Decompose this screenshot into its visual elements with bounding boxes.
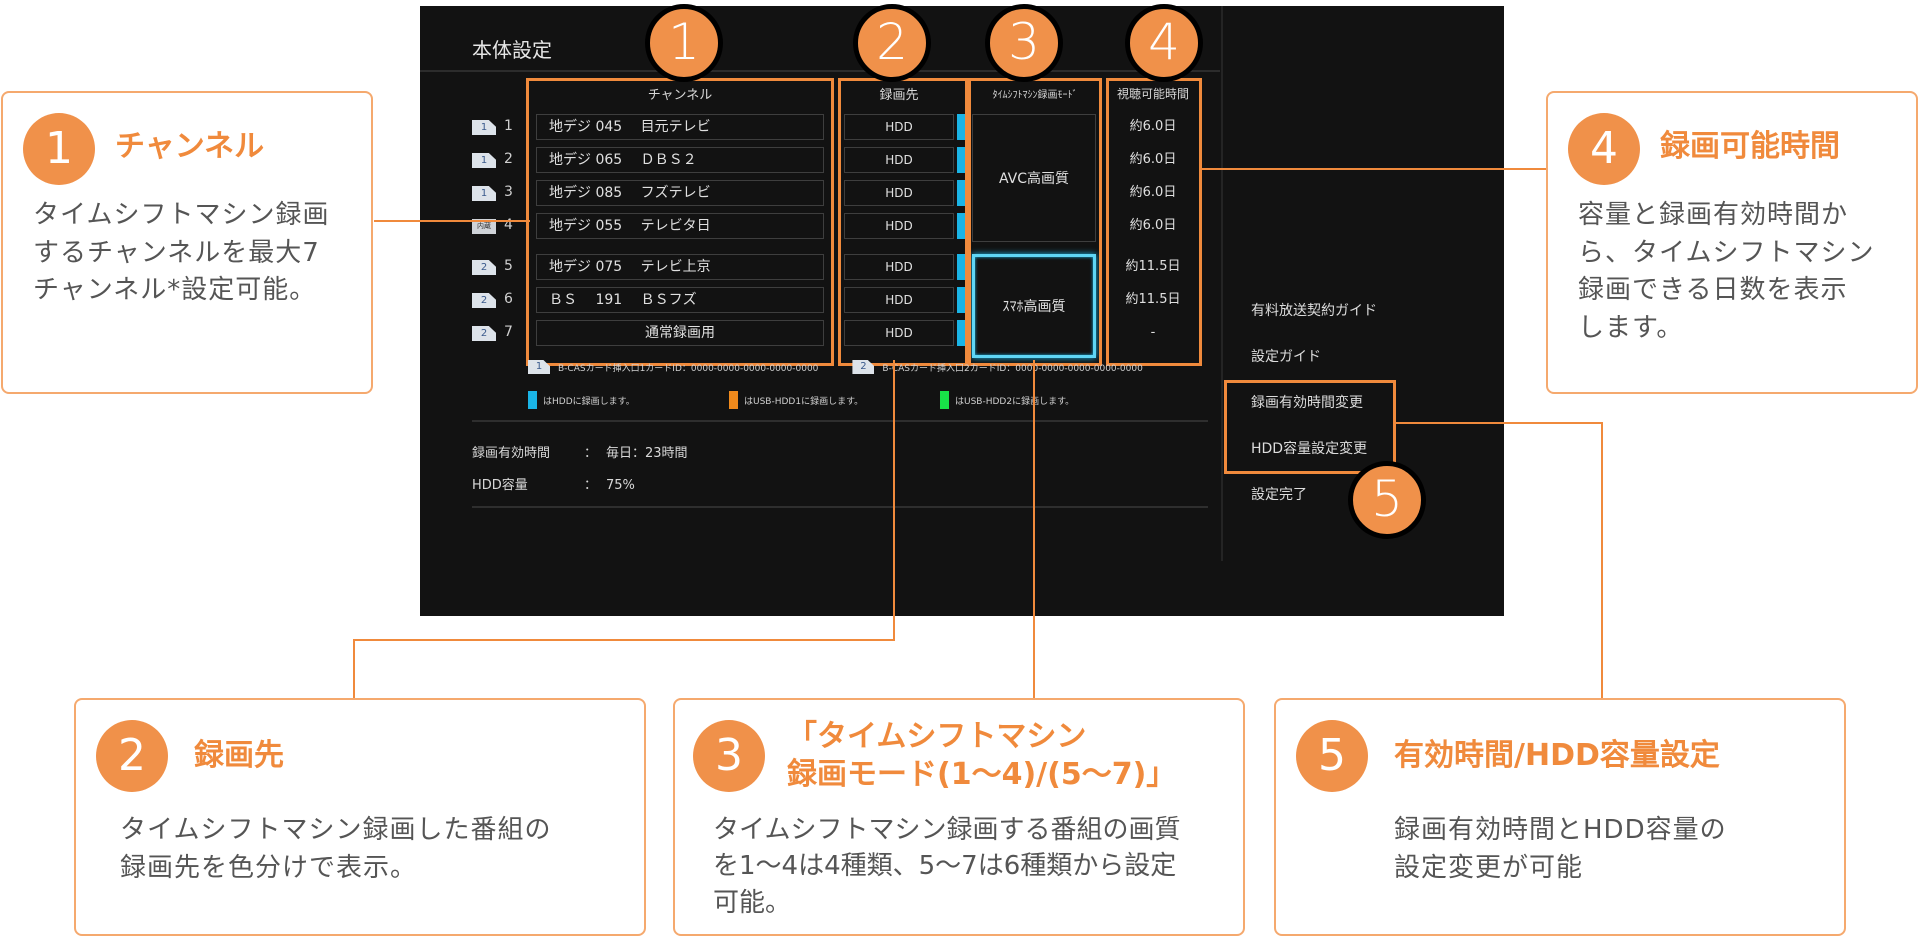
info-key: HDD容量 [472, 478, 528, 493]
info-value: 75% [606, 478, 635, 493]
menu-pay-broadcast-guide[interactable]: 有料放送契約ガイド [1251, 300, 1377, 320]
callout-body: タイムシフトマシン録画 するチャンネルを最大7 チャンネル*設定可能。 [33, 200, 330, 306]
badge-2: 2 [853, 4, 931, 82]
highlight-destination [838, 78, 968, 366]
badge-3: 3 [985, 4, 1063, 82]
menu-hdd-capacity-change[interactable]: HDD容量設定変更 [1251, 438, 1367, 458]
swatch-usb-hdd1 [729, 391, 738, 409]
row-number: 3 [504, 184, 513, 200]
card-icon: 2 [852, 360, 875, 374]
callout-title: 録画可能時間 [1660, 129, 1840, 164]
callout-number: 1 [23, 113, 95, 185]
callout-recording-mode: 3 「タイムシフトマシン 録画モード(1〜4)/(5〜7)」 タイムシフトマシン… [673, 698, 1245, 936]
menu-record-time-change[interactable]: 録画有効時間変更 [1251, 392, 1363, 412]
row-number: 5 [504, 258, 513, 274]
card-slot-icon: 2 [472, 326, 496, 341]
connector-1 [374, 220, 530, 222]
tv-screen: 本体設定 チャンネル 録画先 ﾀｲﾑｼﾌﾄﾏｼﾝ録画ﾓｰﾄﾞ 視聴可能時間 11… [420, 6, 1504, 616]
callout-body: 録画有効時間とHDD容量の 設定変更が可能 [1394, 815, 1727, 883]
card-slot-icon: 1 [472, 186, 496, 201]
screen-title: 本体設定 [472, 38, 552, 62]
menu-divider [1221, 6, 1223, 561]
card-id-legend: 1 B-CASカード挿入口1カードID：0000-0000-0000-0000-… [528, 360, 1143, 374]
info-divider [472, 420, 1208, 422]
connector-5-horizontal [1396, 422, 1602, 424]
callout-body: タイムシフトマシン録画する番組の画質 を1〜4は4種類、5〜7は6種類から設定 … [713, 815, 1181, 918]
card-icon: 1 [528, 360, 550, 374]
callout-destination: 2 録画先 タイムシフトマシン録画した番組の 録画先を色分けで表示。 [74, 698, 646, 936]
connector-2-vertical [893, 360, 895, 640]
connector-4 [1202, 168, 1546, 170]
info-hdd-capacity: HDD容量 ： 75% [472, 474, 635, 493]
callout-number: 3 [693, 720, 765, 792]
swatch-hdd [528, 391, 537, 409]
card-slot-icon: 1 [472, 153, 496, 168]
row-number: 1 [504, 118, 513, 134]
callout-body: 容量と録画有効時間か ら、タイムシフトマシン 録画できる日数を表示 します。 [1578, 200, 1875, 344]
info-value: 毎日：23時間 [606, 446, 688, 461]
badge-5: 5 [1348, 461, 1426, 539]
legend-usb-hdd2: はUSB-HDD2に録画します。 [955, 396, 1075, 407]
destination-legend: はHDDに録画します。 はUSB-HDD1に録画します。 はUSB-HDD2に録… [528, 391, 1074, 409]
callout-title: 「タイムシフトマシン 録画モード(1〜4)/(5〜7)」 [787, 719, 1177, 792]
menu-setup-complete[interactable]: 設定完了 [1251, 484, 1307, 504]
callout-title: チャンネル [115, 129, 265, 164]
callout-number: 2 [96, 720, 168, 792]
card-slot-icon: 2 [472, 293, 496, 308]
info-sep: ： [584, 446, 598, 461]
connector-3 [1033, 360, 1035, 698]
row-number: 7 [504, 324, 513, 340]
card-slot-icon: 2 [472, 260, 496, 275]
badge-1: 1 [645, 4, 723, 82]
row-number: 6 [504, 291, 513, 307]
legend-usb-hdd1: はUSB-HDD1に録画します。 [744, 396, 864, 407]
swatch-usb-hdd2 [940, 391, 949, 409]
highlight-mode [968, 78, 1102, 366]
callout-body: タイムシフトマシン録画した番組の 録画先を色分けで表示。 [120, 815, 552, 883]
connector-2-horizontal [353, 639, 895, 641]
info-record-time: 録画有効時間 ： 毎日：23時間 [472, 442, 688, 461]
legend-hdd: はHDDに録画します。 [543, 396, 635, 407]
connector-5-vertical [1601, 422, 1603, 698]
row-number: 2 [504, 151, 513, 167]
badge-4: 4 [1125, 4, 1203, 82]
menu-setup-guide[interactable]: 設定ガイド [1251, 346, 1321, 366]
card-id-text: B-CASカード挿入口2カードID：0000-0000-0000-0000-00… [882, 363, 1143, 374]
callout-title: 有効時間/HDD容量設定 [1394, 738, 1720, 773]
info-divider [472, 506, 1208, 508]
callout-number: 4 [1568, 113, 1640, 185]
callout-number: 5 [1296, 720, 1368, 792]
callout-title: 録画先 [194, 738, 284, 773]
callout-channel: 1 チャンネル タイムシフトマシン録画 するチャンネルを最大7 チャンネル*設定… [1, 91, 373, 394]
card-id-text: B-CASカード挿入口1カードID：0000-0000-0000-0000-00… [558, 363, 819, 374]
callout-available-time: 4 録画可能時間 容量と録画有効時間か ら、タイムシフトマシン 録画できる日数を… [1546, 91, 1918, 394]
highlight-channel [526, 78, 834, 366]
card-slot-icon: 1 [472, 120, 496, 135]
callout-time-hdd-settings: 5 有効時間/HDD容量設定 録画有効時間とHDD容量の 設定変更が可能 [1274, 698, 1846, 936]
connector-2-down [353, 639, 355, 699]
info-key: 録画有効時間 [472, 446, 551, 461]
info-sep: ： [584, 478, 598, 493]
title-divider [420, 70, 1220, 72]
highlight-available [1106, 78, 1202, 366]
